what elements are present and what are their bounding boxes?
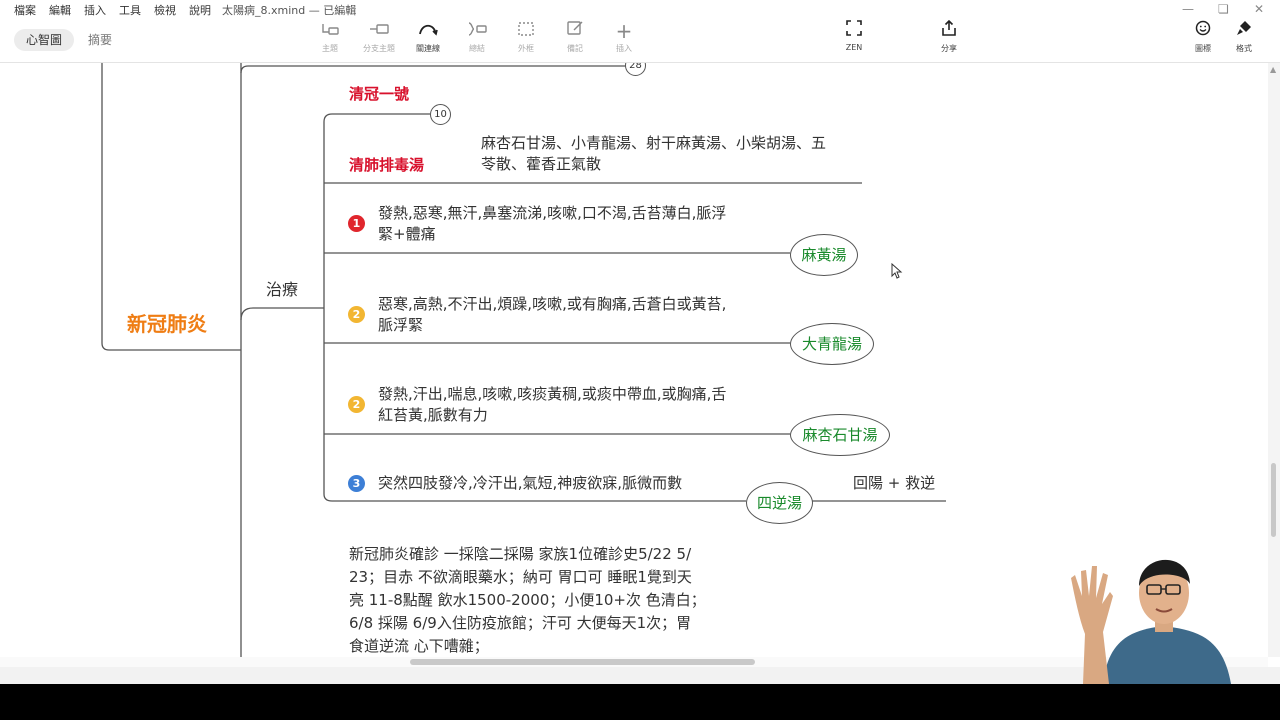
formula-mahuang[interactable]: 麻黃湯	[790, 234, 858, 276]
topic-icon	[307, 20, 353, 42]
priority-2-icon: 2	[348, 396, 365, 413]
presenter-webcam	[1063, 538, 1268, 684]
insert-button[interactable]: + 插入	[601, 20, 647, 60]
mouse-cursor-icon	[891, 263, 903, 279]
minimize-icon[interactable]: —	[1182, 2, 1194, 16]
xmind-window: 檔案 編輯 插入 工具 檢視 說明 太陽病_8.xmind — 已編輯 — ❏ …	[0, 0, 1280, 684]
share-button[interactable]: 分享	[926, 19, 972, 60]
zen-button[interactable]: ZEN	[831, 20, 877, 60]
summary-icon	[454, 20, 500, 42]
topic-qingguan[interactable]: 清冠一號	[349, 84, 409, 105]
priority-3-icon: 3	[348, 475, 365, 492]
subtopic-button[interactable]: 分支主題	[356, 20, 402, 60]
case-note[interactable]: 新冠肺炎確診 一採陰二採陽 家族1位確診史5/22 5/ 23；目赤 不欲滴眼藥…	[349, 543, 729, 657]
share-icon	[926, 19, 972, 42]
format-panel-button[interactable]: 格式	[1221, 20, 1267, 60]
symptom-text-line2[interactable]: 緊+體痛	[378, 224, 436, 245]
menu-view[interactable]: 檢視	[154, 2, 176, 18]
icons-panel-button[interactable]: 圖標	[1180, 20, 1226, 60]
boundary-icon	[503, 20, 549, 42]
relationship-button[interactable]: 關連線	[405, 20, 451, 60]
symptom-text-line1[interactable]: 發熱,惡寒,無汗,鼻塞流涕,咳嗽,口不渴,舌苔薄白,脈浮	[378, 203, 726, 224]
topic-treatment[interactable]: 治療	[266, 279, 298, 300]
smiley-icon	[1180, 20, 1226, 42]
subtopic-icon	[356, 20, 402, 42]
qingfei-description-line2: 苓散、藿香正氣散	[481, 155, 602, 173]
boundary-button[interactable]: 外框	[503, 20, 549, 60]
menu-tools[interactable]: 工具	[119, 2, 141, 18]
tab-outline[interactable]: 摘要	[88, 29, 112, 51]
priority-1-icon: 1	[348, 215, 365, 232]
topic-return-yang[interactable]: 回陽 + 救逆	[853, 473, 935, 494]
symptom-text-line1[interactable]: 突然四肢發冷,冷汗出,氣短,神疲欲寐,脈微而數	[378, 473, 682, 494]
restore-icon[interactable]: ❏	[1218, 2, 1229, 16]
menu-file[interactable]: 檔案	[14, 2, 36, 18]
note-button[interactable]: 備記	[552, 20, 598, 60]
close-icon[interactable]: ✕	[1254, 2, 1264, 16]
topic-qingfei[interactable]: 清肺排毒湯	[349, 155, 424, 176]
symptom-text-line2[interactable]: 脈浮緊	[378, 315, 423, 336]
central-topic[interactable]: 新冠肺炎	[127, 314, 207, 335]
collapsed-count-badge[interactable]: 10	[430, 104, 451, 125]
formula-daqinglong[interactable]: 大青龍湯	[790, 323, 874, 365]
menu-bar: 檔案 編輯 插入 工具 檢視 說明 太陽病_8.xmind — 已編輯 — ❏ …	[0, 0, 1280, 18]
toolbar: 心智圖 摘要 主題 分支主題 關連線 總結 外框 備記 + 插入 ZEN 分享 …	[0, 18, 1280, 63]
plus-icon: +	[615, 19, 633, 43]
symptom-text-line2[interactable]: 紅苔黃,脈數有力	[378, 405, 488, 426]
window-title: 太陽病_8.xmind — 已編輯	[222, 4, 357, 17]
symptom-text-line1[interactable]: 惡寒,高熱,不汗出,煩躁,咳嗽,或有胸痛,舌蒼白或黃苔,	[378, 294, 726, 315]
summary-button[interactable]: 總結	[454, 20, 500, 60]
formula-sini[interactable]: 四逆湯	[746, 482, 813, 524]
brush-icon	[1221, 20, 1267, 42]
fullscreen-icon	[831, 20, 877, 42]
priority-2-icon: 2	[348, 306, 365, 323]
menu-help[interactable]: 說明	[189, 2, 211, 18]
vertical-scrollbar[interactable]: ▲	[1268, 63, 1280, 657]
formula-maxingshigan[interactable]: 麻杏石甘湯	[790, 414, 890, 456]
menu-edit[interactable]: 編輯	[49, 2, 71, 18]
vertical-scroll-thumb[interactable]	[1271, 463, 1276, 537]
horizontal-scroll-thumb[interactable]	[410, 659, 755, 665]
relationship-icon	[405, 20, 451, 42]
qingfei-description-line1: 麻杏石甘湯、小青龍湯、射干麻黃湯、小柴胡湯、五	[481, 134, 827, 152]
symptom-text-line1[interactable]: 發熱,汗出,喘息,咳嗽,咳痰黃稠,或痰中帶血,或胸痛,舌	[378, 384, 726, 405]
topic-button[interactable]: 主題	[307, 20, 353, 60]
menu-insert[interactable]: 插入	[84, 2, 106, 18]
note-icon	[552, 20, 598, 42]
tab-mindmap[interactable]: 心智圖	[14, 29, 74, 51]
